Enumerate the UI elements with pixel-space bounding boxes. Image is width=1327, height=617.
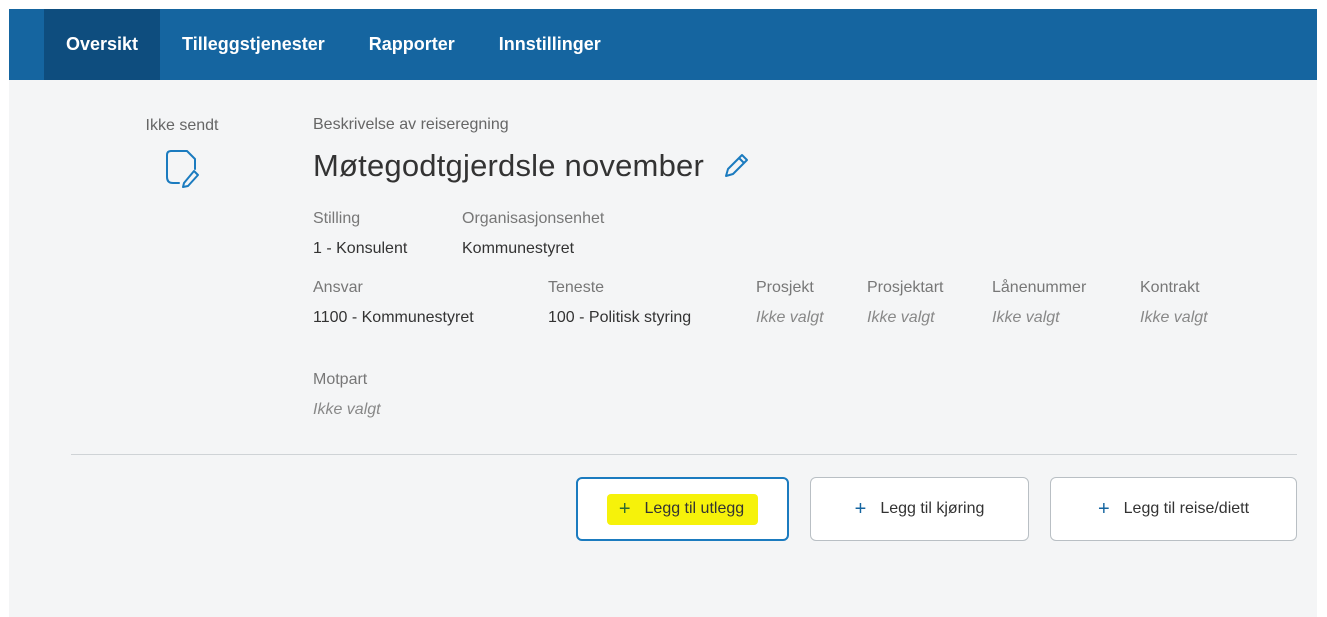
report-header: Beskrivelse av reiseregning Møtegodtgjer… (313, 116, 752, 184)
field-prosjektart: Prosjektart Ikke valgt (867, 279, 944, 326)
plus-icon: + (1097, 497, 1110, 520)
tab-rapporter[interactable]: Rapporter (347, 9, 477, 80)
page-title: Møtegodtgjerdsle november (313, 148, 704, 183)
app-frame: Oversikt Tilleggstjenester Rapporter Inn… (9, 9, 1317, 617)
status-block: Ikke sendt (137, 117, 227, 189)
draft-document-icon (166, 150, 199, 188)
field-lanenummer: Lånenummer Ikke valgt (992, 279, 1087, 326)
description-label: Beskrivelse av reiseregning (313, 116, 509, 133)
pencil-icon[interactable] (720, 150, 752, 182)
field-stilling: Stilling 1 - Konsulent (313, 210, 408, 257)
tab-innstillinger[interactable]: Innstillinger (477, 9, 623, 80)
field-prosjekt: Prosjekt Ikke valgt (756, 279, 824, 326)
field-kontrakt: Kontrakt Ikke valgt (1140, 279, 1208, 326)
add-driving-button[interactable]: + Legg til kjøring (810, 477, 1029, 541)
add-travel-button[interactable]: + Legg til reise/diett (1050, 477, 1297, 541)
add-expense-button[interactable]: + Legg til utlegg (576, 477, 789, 541)
plus-icon: + (618, 497, 631, 520)
tab-tilleggstjenester[interactable]: Tilleggstjenester (160, 9, 347, 80)
top-navigation: Oversikt Tilleggstjenester Rapporter Inn… (9, 9, 1317, 80)
tab-oversikt[interactable]: Oversikt (44, 9, 161, 80)
field-organisasjonsenhet: Organisasjonsenhet Kommunestyret (462, 210, 605, 257)
field-motpart: Motpart Ikke valgt (313, 371, 381, 418)
divider (71, 454, 1297, 455)
field-ansvar: Ansvar 1100 - Kommunestyret (313, 279, 474, 326)
field-teneste: Teneste 100 - Politisk styring (548, 279, 692, 326)
plus-icon: + (854, 497, 867, 520)
status-label: Ikke sendt (145, 117, 219, 134)
